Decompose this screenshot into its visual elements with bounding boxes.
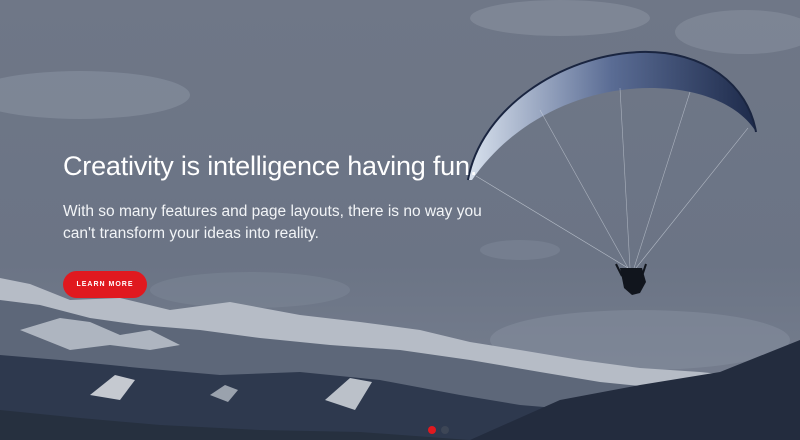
hero-subtext: With so many features and page layouts, … (63, 203, 482, 242)
hero-headline: Creativity is intelligence having fun. (63, 151, 478, 181)
slider-pagination (428, 426, 449, 434)
slider-dot-2[interactable] (441, 426, 449, 434)
hero-text: Creativity is intelligence having fun. W… (63, 148, 503, 245)
hero-slider: Creativity is intelligence having fun. W… (0, 0, 800, 440)
slider-dot-1[interactable] (428, 426, 436, 434)
learn-more-button[interactable]: LEARN MORE (63, 271, 147, 298)
